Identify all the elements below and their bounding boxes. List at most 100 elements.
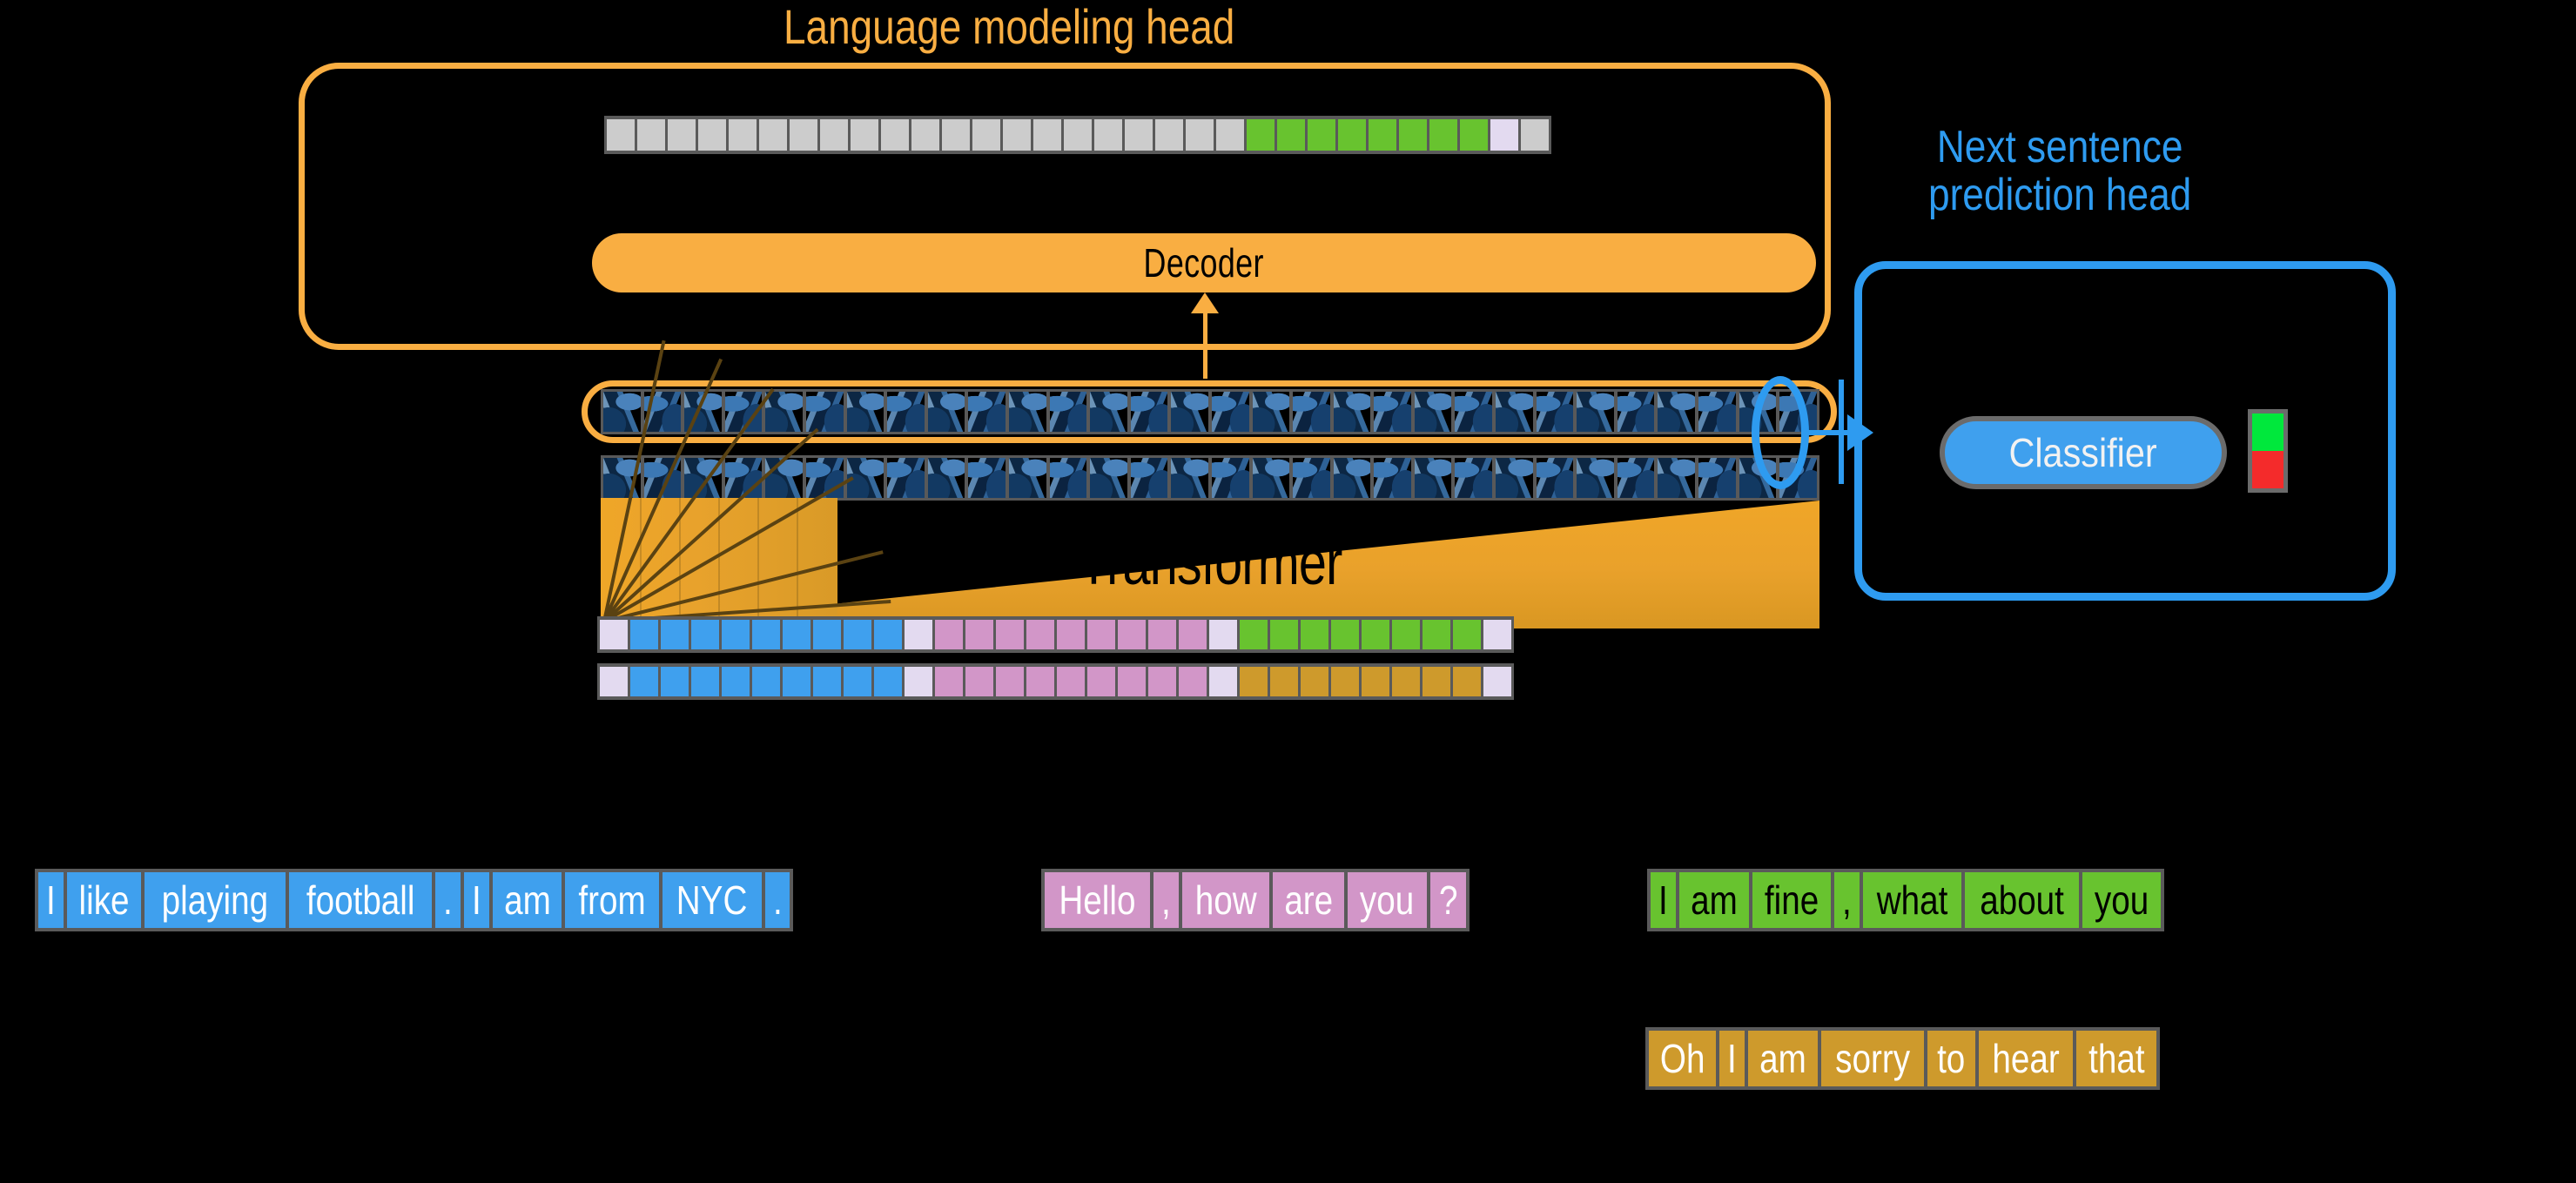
token-cell bbox=[1369, 119, 1396, 151]
token-cell bbox=[972, 119, 1000, 151]
hidden-state-cell bbox=[1293, 458, 1330, 498]
language-modeling-head-title: Language modeling head bbox=[784, 0, 1235, 54]
decoder-label: Decoder bbox=[1143, 240, 1265, 286]
token-cell bbox=[661, 667, 689, 696]
sentence-pink: Hello, how are you? bbox=[1041, 869, 1470, 931]
token-cell bbox=[844, 667, 871, 696]
hidden-state-cell bbox=[1577, 458, 1614, 498]
language-model-output-logits bbox=[604, 116, 1551, 154]
token-cell bbox=[1483, 667, 1511, 696]
sentence-token-label: I bbox=[1658, 877, 1668, 923]
hidden-state-cell bbox=[927, 392, 965, 432]
sentence-token-label: Oh bbox=[1659, 1036, 1705, 1081]
sentence-token-label: like bbox=[78, 877, 130, 923]
hidden-state-cell bbox=[765, 392, 803, 432]
sentence-token-label: am bbox=[1690, 877, 1738, 923]
token-cell bbox=[996, 620, 1024, 649]
hidden-state-cell bbox=[846, 392, 884, 432]
hidden-state-cell bbox=[1130, 458, 1168, 498]
token-cell bbox=[783, 620, 810, 649]
token-cell bbox=[790, 119, 817, 151]
token-cell bbox=[1094, 119, 1122, 151]
token-cell bbox=[783, 667, 810, 696]
hidden-state-cell bbox=[1536, 458, 1574, 498]
token-cell bbox=[1216, 119, 1244, 151]
hidden-state-cell bbox=[1171, 392, 1208, 432]
sentence-token-label: to bbox=[1937, 1036, 1966, 1081]
token-cell bbox=[1308, 119, 1335, 151]
token-cell bbox=[874, 667, 902, 696]
sentence-token-label: sorry bbox=[1835, 1036, 1911, 1081]
nsp-output-indicators bbox=[2248, 409, 2288, 493]
next-sentence-prediction-head-title: Next sentence prediction head bbox=[1928, 124, 2191, 218]
hidden-state-cell bbox=[1333, 392, 1371, 432]
hidden-state-cell bbox=[1698, 392, 1736, 432]
language-modeling-head-frame bbox=[299, 63, 1831, 350]
token-cell bbox=[1003, 119, 1031, 151]
sentence-token: like bbox=[66, 872, 141, 928]
nsp-title-line-1: Next sentence bbox=[1936, 122, 2183, 172]
token-cell bbox=[1125, 119, 1153, 151]
decoder-block[interactable]: Decoder bbox=[592, 233, 1816, 292]
token-cell bbox=[630, 620, 658, 649]
token-cell bbox=[1148, 667, 1176, 696]
sentence-token: I bbox=[1651, 872, 1676, 928]
hidden-state-cell bbox=[1211, 458, 1249, 498]
token-cell bbox=[1033, 119, 1061, 151]
sentence-token: fine bbox=[1752, 872, 1831, 928]
hidden-state-cell bbox=[927, 458, 965, 498]
sentence-token: football bbox=[288, 872, 432, 928]
sentence-token-label: from bbox=[578, 877, 647, 923]
sentence-token-label: NYC bbox=[676, 877, 748, 923]
sentence-token: Hello bbox=[1045, 872, 1150, 928]
token-cell bbox=[1301, 667, 1328, 696]
sentence-token: to bbox=[1927, 1031, 1975, 1086]
transformer-block[interactable]: Transformer bbox=[601, 339, 1819, 628]
sentence-token: hear bbox=[1978, 1031, 2073, 1086]
hidden-state-cell bbox=[1496, 458, 1533, 498]
hidden-state-cell bbox=[1008, 458, 1046, 498]
sentence-token: playing bbox=[144, 872, 286, 928]
hidden-state-cell bbox=[887, 392, 925, 432]
sentence-token-label: I bbox=[471, 877, 481, 923]
token-cell bbox=[881, 119, 909, 151]
token-cell bbox=[1087, 667, 1115, 696]
sentence-token: am bbox=[1678, 872, 1749, 928]
token-cell bbox=[1026, 620, 1054, 649]
token-cell bbox=[1453, 667, 1481, 696]
token-cell bbox=[1362, 667, 1389, 696]
sentence-token: . bbox=[764, 872, 790, 928]
token-cell bbox=[600, 620, 628, 649]
sentence-token-label: that bbox=[2088, 1036, 2145, 1081]
token-cell bbox=[1392, 667, 1420, 696]
token-cell bbox=[1331, 620, 1359, 649]
hidden-state-cell bbox=[1698, 458, 1736, 498]
token-cell bbox=[820, 119, 848, 151]
hidden-state-cell bbox=[1293, 392, 1330, 432]
hidden-state-cell bbox=[1049, 392, 1087, 432]
hidden-state-cell bbox=[968, 392, 1006, 432]
nsp-title-line-2: prediction head bbox=[1928, 169, 2192, 220]
hidden-state-cell bbox=[887, 458, 925, 498]
classifier-block[interactable]: Classifier bbox=[1940, 416, 2227, 489]
sentence-token: I bbox=[38, 872, 64, 928]
sentence-token-label: I bbox=[1727, 1036, 1738, 1081]
token-cell bbox=[1118, 620, 1146, 649]
transformer-label: Transformer bbox=[1078, 528, 1343, 598]
token-cell bbox=[691, 620, 719, 649]
sentence-token-label: you bbox=[2094, 877, 2149, 923]
sentence-token-label: playing bbox=[161, 877, 268, 923]
sentence-token: are bbox=[1273, 872, 1345, 928]
sentence-token: how bbox=[1181, 872, 1269, 928]
token-cell bbox=[874, 620, 902, 649]
hidden-state-cell bbox=[1496, 392, 1533, 432]
token-cell bbox=[1423, 667, 1450, 696]
token-cell bbox=[1460, 119, 1488, 151]
token-cell bbox=[1209, 667, 1237, 696]
token-cell bbox=[1270, 667, 1298, 696]
token-cell bbox=[1270, 620, 1298, 649]
hidden-state-cell bbox=[1252, 392, 1290, 432]
hidden-state-cell bbox=[1211, 392, 1249, 432]
token-cell bbox=[1057, 667, 1085, 696]
sentence-token: ? bbox=[1429, 872, 1467, 928]
